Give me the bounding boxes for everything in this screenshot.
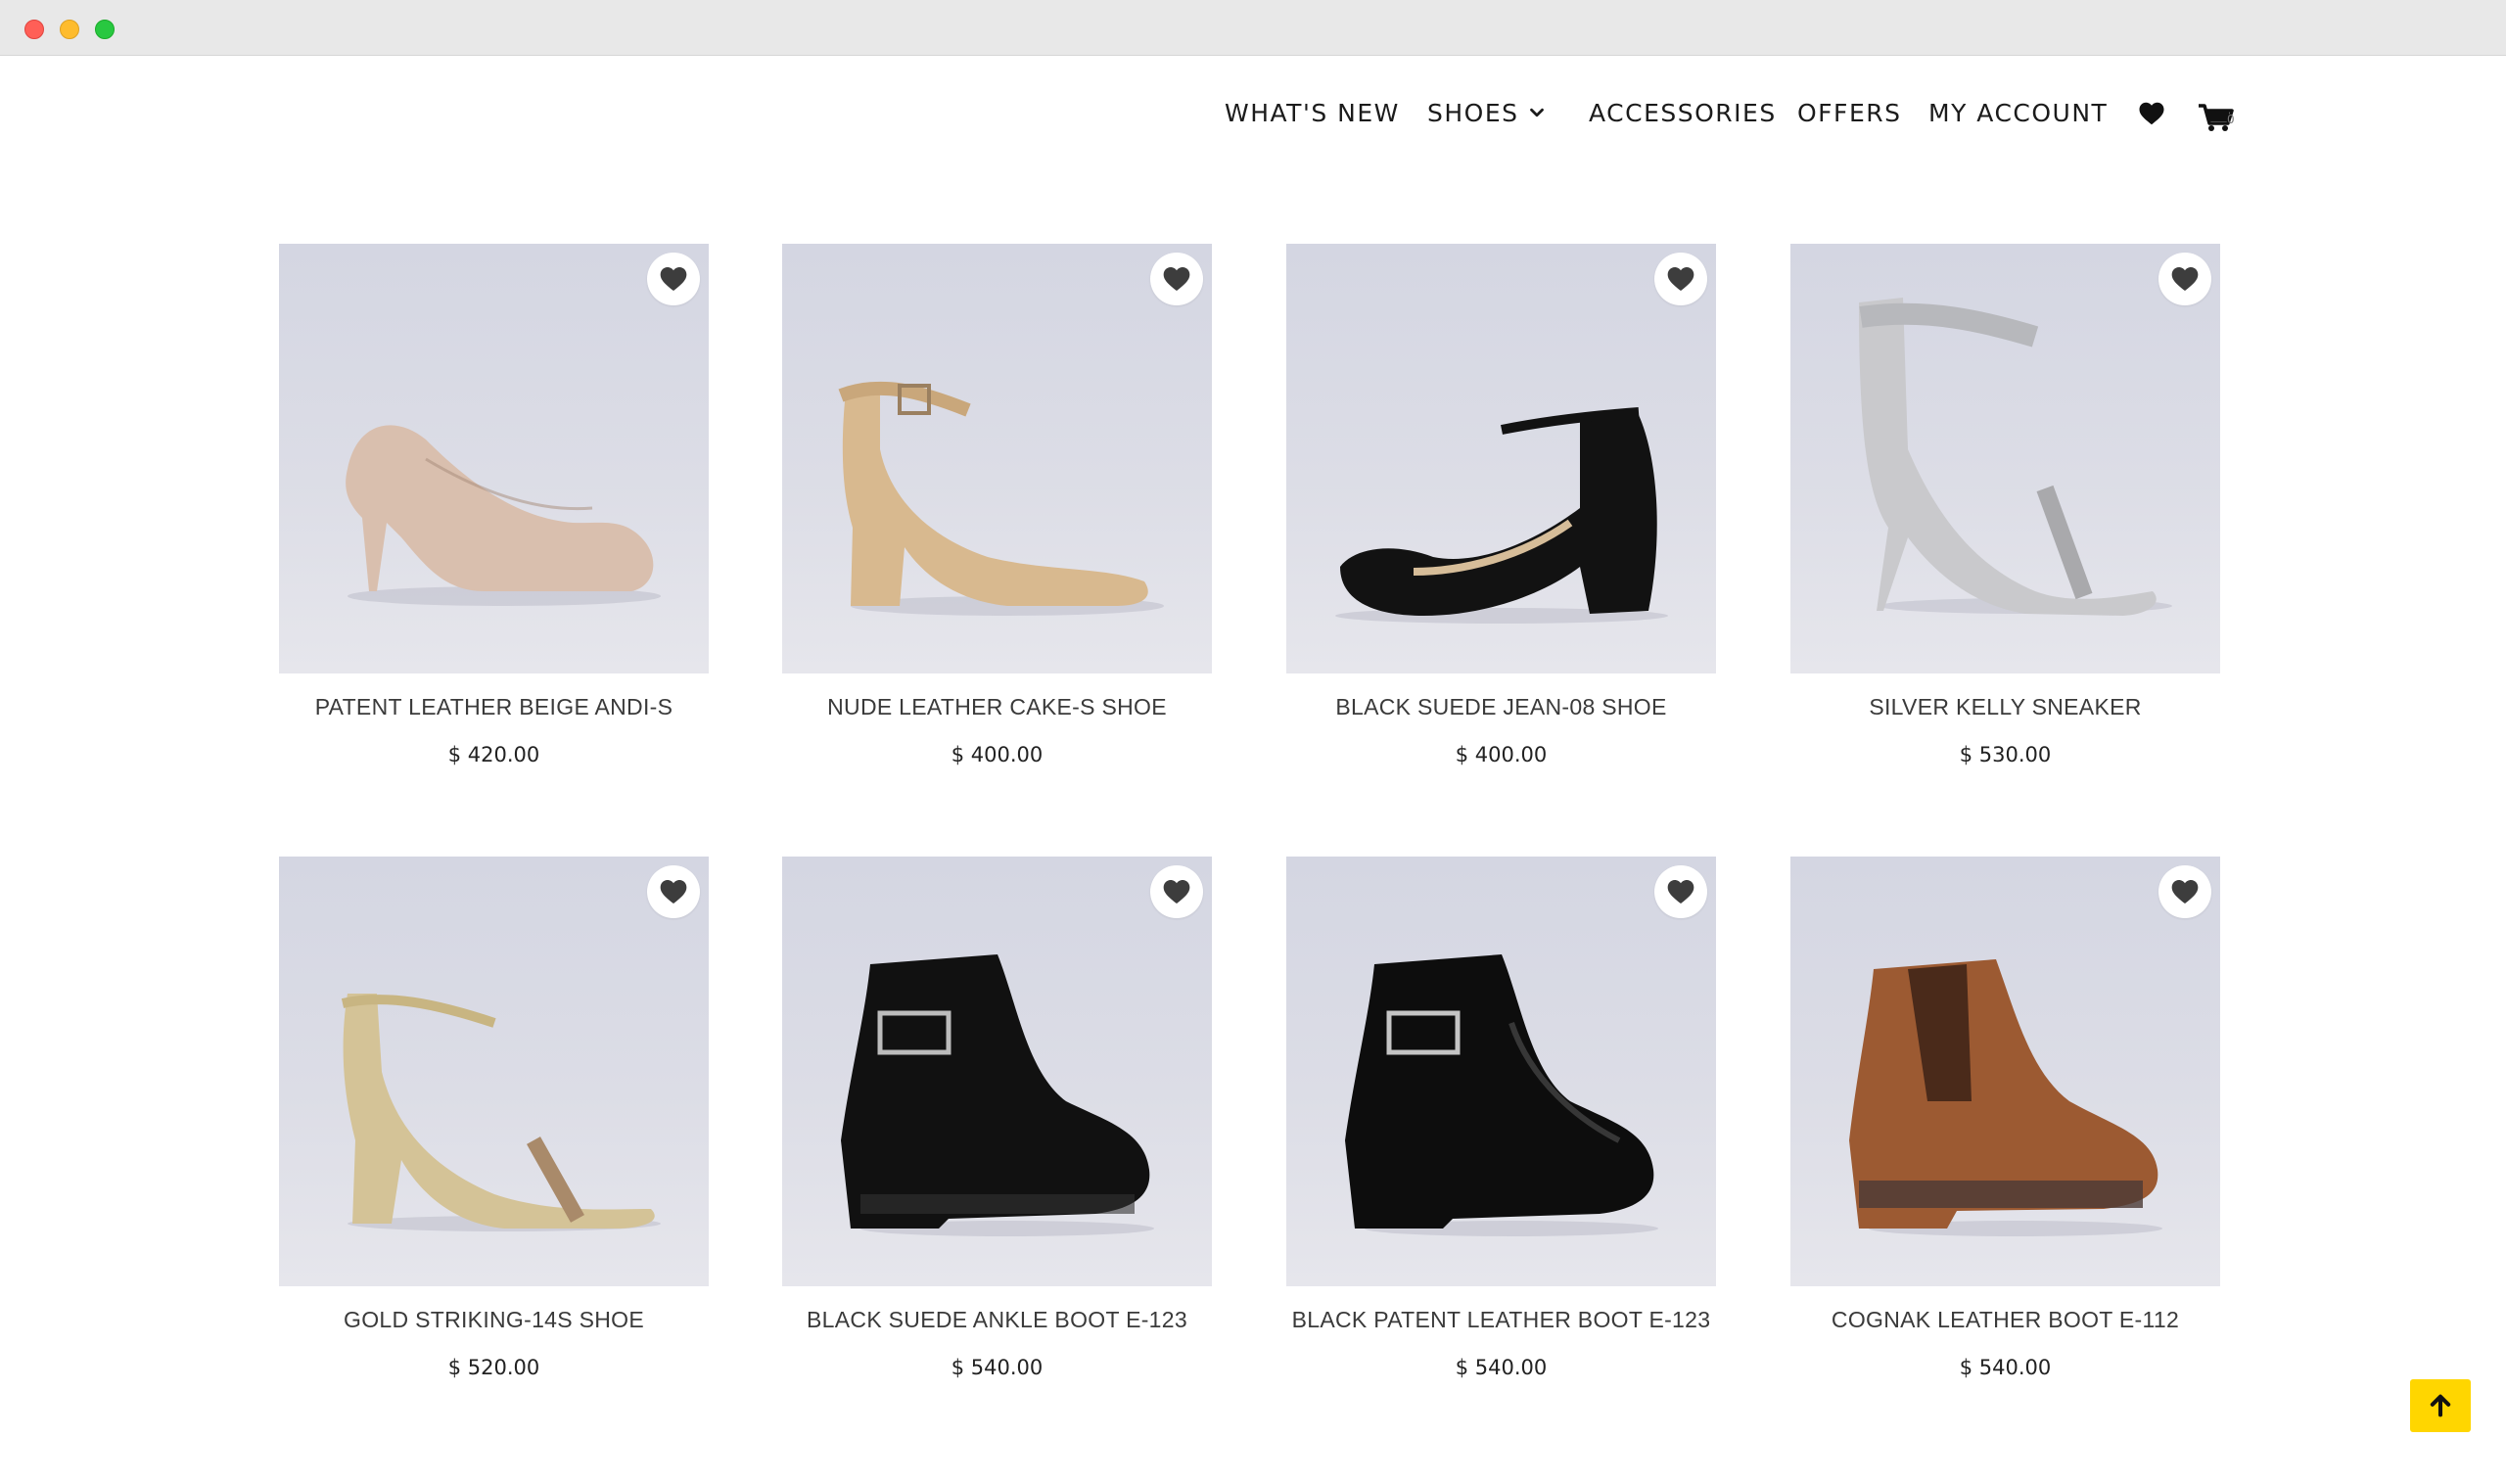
product-name[interactable]: BLACK SUEDE JEAN-08 SHOE [1286,692,1716,721]
heart-icon [1667,267,1694,291]
heart-icon [2171,880,2199,904]
product-card[interactable]: BLACK SUEDE JEAN-08 SHOE $ 400.00 [1286,244,1716,768]
product-name[interactable]: GOLD STRIKING-14S SHOE [279,1305,709,1334]
add-to-wishlist-button[interactable] [1654,253,1707,305]
product-image[interactable] [279,244,709,673]
product-image[interactable] [1790,857,2220,1286]
product-card[interactable]: BLACK PATENT LEATHER BOOT E-123 $ 540.00 [1286,857,1716,1381]
heart-icon [1163,267,1190,291]
heart-icon [1667,880,1694,904]
add-to-wishlist-button[interactable] [647,253,700,305]
sandal-shoe-image [838,381,1164,616]
product-name[interactable]: NUDE LEATHER CAKE-S SHOE [782,692,1212,721]
product-card[interactable]: NUDE LEATHER CAKE-S SHOE $ 400.00 [782,244,1212,768]
heart-icon [1163,880,1190,904]
chelsea-boot-image [1849,959,2162,1236]
patent-ankle-boot-image [1345,954,1658,1236]
close-window-button[interactable] [24,20,44,39]
product-image[interactable] [782,857,1212,1286]
sandal-shoe-image [1335,407,1668,624]
nav-item-shoes[interactable]: SHOES [1427,94,1519,133]
product-price: $ 400.00 [1455,743,1548,766]
add-to-wishlist-button[interactable] [2158,253,2211,305]
scroll-to-top-button[interactable] [2410,1379,2471,1432]
product-card[interactable]: SILVER KELLY SNEAKER $ 530.00 [1790,244,2220,768]
product-name[interactable]: BLACK SUEDE ANKLE BOOT E-123 [782,1305,1212,1334]
heeled-sandal-image [1859,298,2172,616]
minimize-window-button[interactable] [60,20,79,39]
heart-icon[interactable] [2137,99,2166,128]
product-price: $ 420.00 [447,743,540,766]
add-to-wishlist-button[interactable] [1150,253,1203,305]
product-name[interactable]: BLACK PATENT LEATHER BOOT E-123 [1286,1305,1716,1334]
product-card[interactable]: GOLD STRIKING-14S SHOE $ 520.00 [279,857,709,1381]
heart-icon [2171,267,2199,291]
product-name[interactable]: SILVER KELLY SNEAKER [1790,692,2220,721]
nav-item-whats-new[interactable]: WHAT'S NEW [1225,94,1400,133]
zoom-window-button[interactable] [95,20,115,39]
nav-item-accessories[interactable]: ACCESSORIES [1589,94,1777,133]
pump-shoe-image [346,425,661,606]
cart-icon[interactable] [2197,98,2246,135]
arrow-up-icon [2430,1394,2451,1417]
product-price: $ 540.00 [1455,1356,1548,1379]
nav-item-offers[interactable]: OFFERS [1797,94,1901,133]
product-price: $ 540.00 [951,1356,1044,1379]
product-image[interactable] [782,244,1212,673]
product-price: $ 520.00 [447,1356,540,1379]
ankle-boot-image [841,954,1154,1236]
product-image[interactable] [1286,857,1716,1286]
product-card[interactable]: COGNAK LEATHER BOOT E-112 $ 540.00 [1790,857,2220,1381]
nav-item-my-account[interactable]: MY ACCOUNT [1928,94,2108,133]
product-name[interactable]: PATENT LEATHER BEIGE ANDI-S [279,692,709,721]
gold-sandal-image [341,994,661,1231]
add-to-wishlist-button[interactable] [647,865,700,918]
window-titlebar [0,0,2506,56]
add-to-wishlist-button[interactable] [1150,865,1203,918]
product-price: $ 540.00 [1959,1356,2052,1379]
product-name[interactable]: COGNAK LEATHER BOOT E-112 [1790,1305,2220,1334]
product-price: $ 530.00 [1959,743,2052,766]
heart-icon [660,267,687,291]
product-card[interactable]: BLACK SUEDE ANKLE BOOT E-123 $ 540.00 [782,857,1212,1381]
product-image[interactable] [279,857,709,1286]
main-nav: WHAT'S NEW SHOES ACCESSORIES OFFERS MY A… [0,94,2506,133]
heart-icon [660,880,687,904]
chevron-down-icon[interactable] [1526,102,1548,123]
add-to-wishlist-button[interactable] [2158,865,2211,918]
product-image[interactable] [1790,244,2220,673]
product-card[interactable]: PATENT LEATHER BEIGE ANDI-S $ 420.00 [279,244,709,768]
cart-count-badge: 0 [2227,113,2235,126]
product-image[interactable] [1286,244,1716,673]
product-price: $ 400.00 [951,743,1044,766]
add-to-wishlist-button[interactable] [1654,865,1707,918]
